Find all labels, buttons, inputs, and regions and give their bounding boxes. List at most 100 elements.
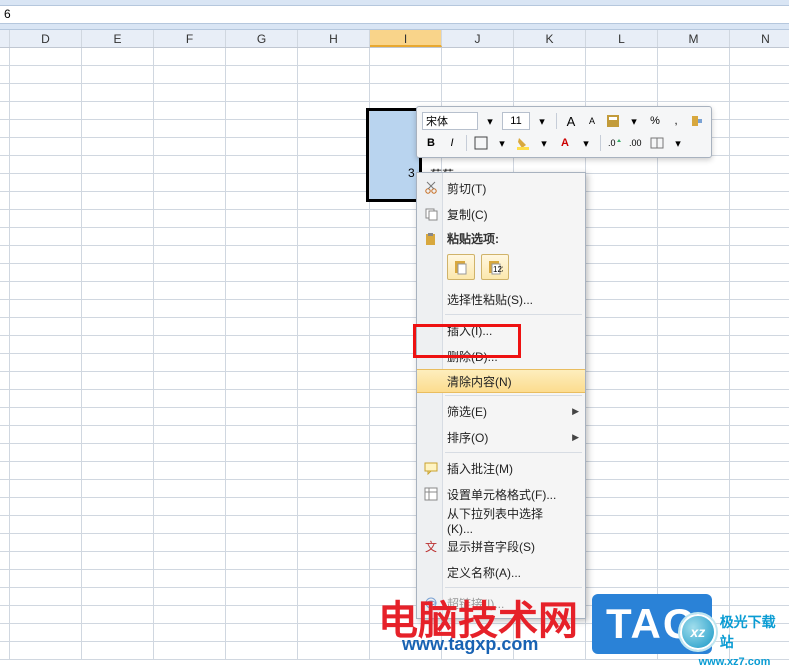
grid-cell[interactable] [586, 462, 658, 480]
grid-cell[interactable] [10, 66, 82, 84]
grid-cell[interactable] [442, 66, 514, 84]
grid-cell[interactable] [226, 426, 298, 444]
grid-cell[interactable] [370, 48, 442, 66]
grid-cell[interactable] [82, 534, 154, 552]
paste-option-values[interactable]: 123 [481, 254, 509, 280]
grow-font-button[interactable]: A [562, 112, 580, 130]
grid-cell[interactable] [154, 516, 226, 534]
grid-cell[interactable] [226, 624, 298, 642]
grid-cell[interactable] [586, 354, 658, 372]
grid-cell[interactable] [298, 246, 370, 264]
grid-cell[interactable] [82, 66, 154, 84]
grid-cell[interactable] [298, 516, 370, 534]
grid-cell[interactable] [586, 570, 658, 588]
grid-cell[interactable] [586, 408, 658, 426]
grid-cell[interactable] [298, 138, 370, 156]
context-menu[interactable]: 剪切(T) 复制(C) 粘贴选项: 123 选择性粘贴(S)... 插入(I).… [416, 172, 586, 619]
grid-cell[interactable] [226, 48, 298, 66]
grid-cell[interactable] [226, 138, 298, 156]
grid-cell[interactable] [82, 372, 154, 390]
grid-cell[interactable] [82, 138, 154, 156]
grid-cell[interactable] [82, 570, 154, 588]
grid-cell[interactable] [10, 228, 82, 246]
grid-cell[interactable] [226, 462, 298, 480]
grid-cell[interactable] [730, 444, 789, 462]
fill-color-button[interactable] [514, 134, 532, 152]
col-header-I[interactable]: I [370, 30, 442, 47]
shrink-font-button[interactable]: A [583, 112, 601, 130]
grid-cell[interactable] [586, 552, 658, 570]
grid-cell[interactable] [10, 192, 82, 210]
grid-cell[interactable] [154, 498, 226, 516]
grid-cell[interactable] [658, 570, 730, 588]
grid-cell[interactable] [298, 444, 370, 462]
grid-cell[interactable] [154, 624, 226, 642]
grid-cell[interactable] [730, 462, 789, 480]
grid-cell[interactable] [10, 588, 82, 606]
font-color-button[interactable]: A [556, 134, 574, 152]
grid-cell[interactable] [226, 210, 298, 228]
grid-cell[interactable] [658, 444, 730, 462]
grid-cell[interactable] [658, 480, 730, 498]
grid-cell[interactable] [586, 426, 658, 444]
grid-cell[interactable] [226, 444, 298, 462]
col-header-M[interactable]: M [658, 30, 730, 47]
grid-cell[interactable] [154, 444, 226, 462]
grid-cell[interactable] [298, 624, 370, 642]
grid-cell[interactable] [10, 318, 82, 336]
grid-cell[interactable] [82, 174, 154, 192]
grid-cell[interactable] [658, 192, 730, 210]
grid-cell[interactable] [10, 138, 82, 156]
grid-cell[interactable] [586, 192, 658, 210]
grid-cell[interactable] [298, 462, 370, 480]
grid-cell[interactable] [154, 138, 226, 156]
grid-cell[interactable] [154, 552, 226, 570]
comma-button[interactable]: , [667, 112, 685, 130]
grid-cell[interactable] [154, 642, 226, 660]
grid-cell[interactable] [154, 390, 226, 408]
grid-cell[interactable] [226, 588, 298, 606]
grid-cell[interactable] [154, 84, 226, 102]
grid-cell[interactable] [730, 48, 789, 66]
grid-cell[interactable] [154, 570, 226, 588]
menu-sort[interactable]: 排序(O) ▶ [417, 424, 585, 450]
mini-toolbar[interactable]: ▾ ▾ A A ▾ % , B I ▾ ▾ A ▾ .0 [416, 106, 712, 158]
percent-button[interactable]: % [646, 112, 664, 130]
col-header-E[interactable]: E [82, 30, 154, 47]
grid-cell[interactable] [298, 318, 370, 336]
menu-insert-comment[interactable]: 插入批注(M) [417, 455, 585, 481]
grid-cell[interactable] [226, 354, 298, 372]
grid-cell[interactable] [658, 498, 730, 516]
grid-cell[interactable] [82, 426, 154, 444]
grid-cell[interactable] [730, 264, 789, 282]
grid-cell[interactable] [658, 300, 730, 318]
grid-cell[interactable] [10, 246, 82, 264]
menu-define-name[interactable]: 定义名称(A)... [417, 559, 585, 585]
grid-cell[interactable] [154, 246, 226, 264]
grid-cell[interactable] [10, 102, 82, 120]
increase-decimal-button[interactable]: .00 [627, 134, 645, 152]
grid-cell[interactable] [82, 156, 154, 174]
grid-cell[interactable] [658, 390, 730, 408]
menu-insert[interactable]: 插入(I)... [417, 317, 585, 343]
grid-cell[interactable] [298, 156, 370, 174]
grid-cell[interactable] [226, 516, 298, 534]
grid-cell[interactable] [586, 282, 658, 300]
grid-cell[interactable] [514, 66, 586, 84]
col-header-D[interactable]: D [10, 30, 82, 47]
grid-cell[interactable] [298, 174, 370, 192]
grid-cell[interactable] [82, 552, 154, 570]
grid-cell[interactable] [82, 444, 154, 462]
grid-cell[interactable] [82, 102, 154, 120]
grid-cell[interactable] [226, 480, 298, 498]
grid-cell[interactable] [298, 426, 370, 444]
col-header-L[interactable]: L [586, 30, 658, 47]
grid-cell[interactable] [658, 336, 730, 354]
grid-cell[interactable] [298, 84, 370, 102]
grid-cell[interactable] [730, 354, 789, 372]
grid-cell[interactable] [226, 246, 298, 264]
grid-cell[interactable] [442, 84, 514, 102]
grid-cell[interactable] [730, 570, 789, 588]
grid-cell[interactable] [730, 408, 789, 426]
grid-cell[interactable] [730, 102, 789, 120]
